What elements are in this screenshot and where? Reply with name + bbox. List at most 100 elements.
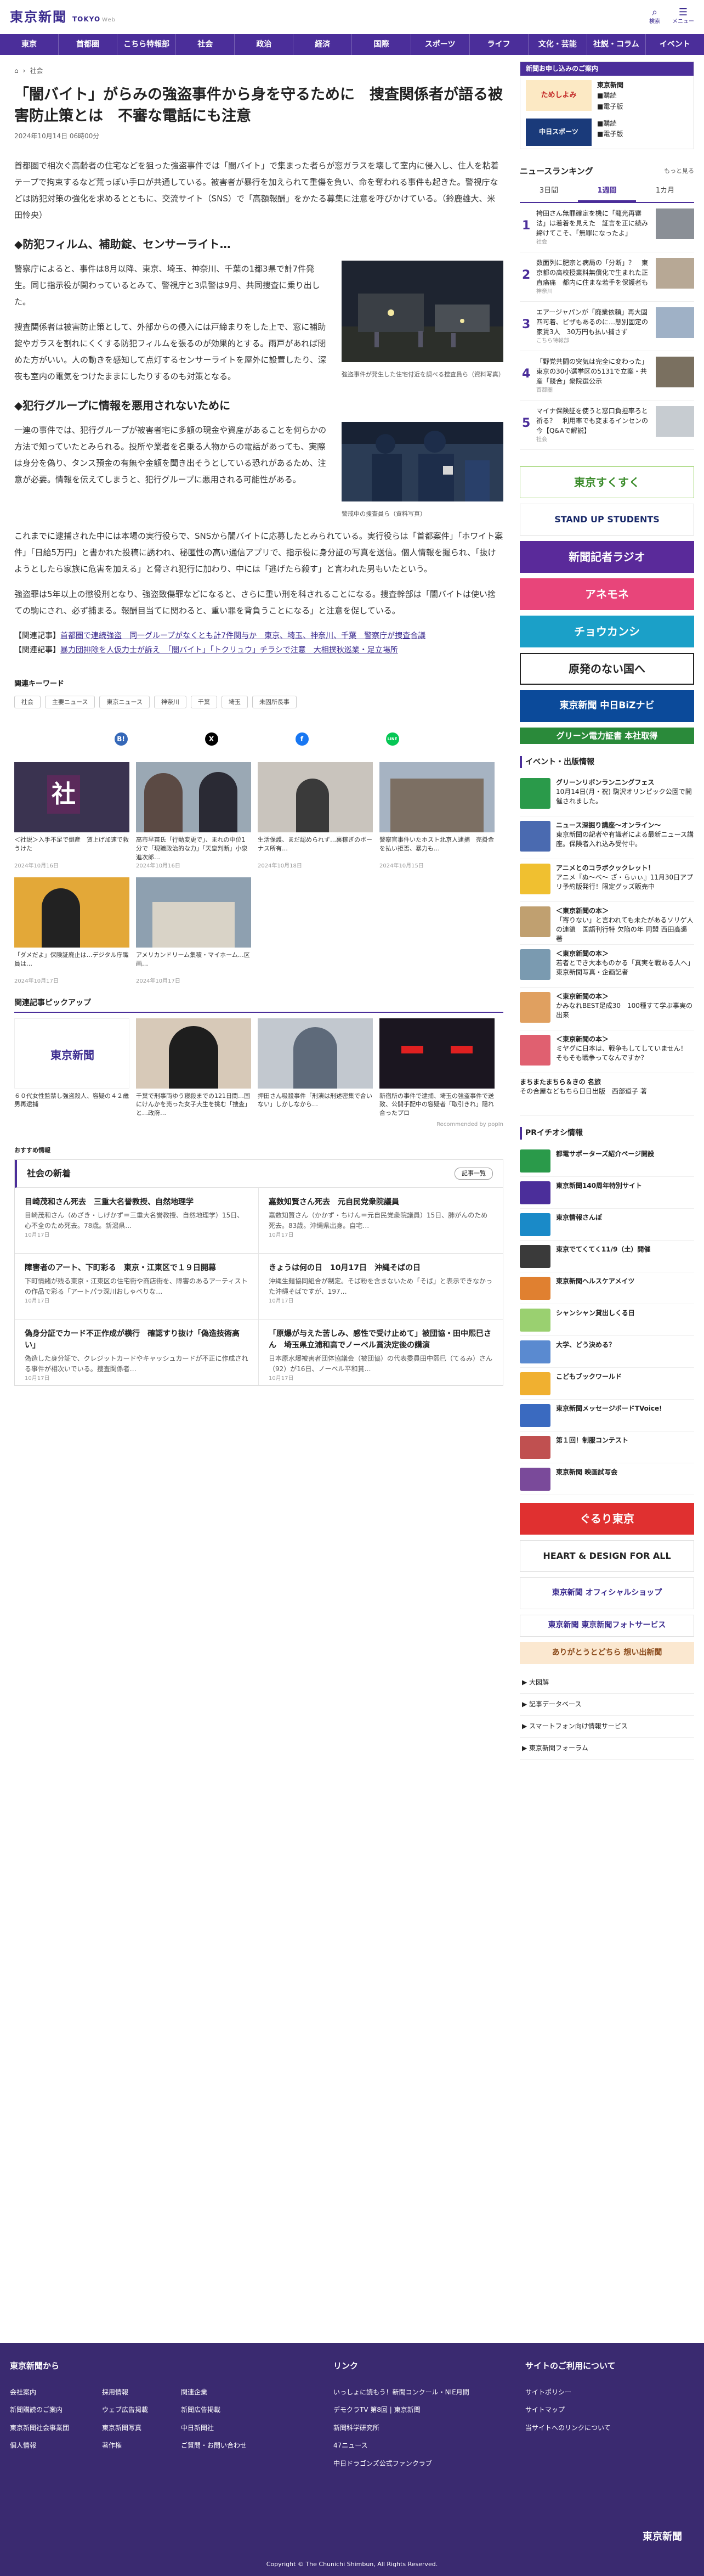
pickup-card[interactable]: 東京新聞 ６０代女性監禁し強盗殺人、容疑の４２歳男再逮捕 (14, 1018, 129, 1118)
pr-item[interactable]: シャンシャン貸出しくる日 (520, 1304, 694, 1336)
pr-item[interactable]: 東京でてくてく11/9（土）開催 (520, 1241, 694, 1272)
keyword-tag[interactable]: 東京ニュース (99, 695, 150, 709)
footer-link[interactable]: 著作権 (102, 2437, 148, 2454)
news-more-button[interactable]: 記事一覧 (455, 1168, 493, 1180)
news-item[interactable]: 「原爆が与えた苦しみ、感性で受け止めて」被団協・田中煕巳さん 埼玉県立浦和高でノ… (259, 1320, 503, 1385)
footer-link[interactable]: 採用情報 (102, 2383, 148, 2401)
news-item[interactable]: 目崎茂和さん死去 三重大名誉教授、自然地理学 目崎茂和さん（めざき・しげかず＝三重… (15, 1187, 259, 1254)
tab-1month[interactable]: 1カ月 (636, 182, 694, 202)
pr-item[interactable]: 東京新聞 映画試写会 (520, 1463, 694, 1495)
sidebar-link[interactable]: ▶ 大図解 (520, 1672, 694, 1694)
pr-item[interactable]: 東京新聞140周年特別サイト (520, 1177, 694, 1209)
banner-shop[interactable]: 東京新聞 オフィシャルショップ (520, 1577, 694, 1609)
nav-item[interactable]: 国際 (352, 34, 411, 55)
sidebar-link[interactable]: ▶ スマートフォン向け情報サービス (520, 1716, 694, 1738)
night-scene-photo[interactable] (342, 260, 503, 362)
pr-item[interactable]: 大学、どう決める？ (520, 1336, 694, 1368)
footer-link[interactable]: 中日ドラゴンズ公式ファンクラブ (333, 2455, 509, 2472)
ranking-item[interactable]: 5 マイナ保険証を使うと窓口負担率ろと祈る？ 利用率でも変まるインセンの今【Q&A… (520, 401, 694, 450)
pr-item[interactable]: 都電サポーターズ紹介ページ開設 (520, 1145, 694, 1177)
ranking-item[interactable]: 2 数面列に肥宗と病局の「分断」？ 東京都の高校授業料無償化で生まれた正直痛痛 都… (520, 252, 694, 302)
ranking-item[interactable]: 4 「野党共闘の突気は完全に変わった」東京の30小選挙区の5131で立案・共産「競… (520, 351, 694, 401)
footer-logo[interactable]: 東京新聞 (643, 2529, 682, 2545)
tab-1week[interactable]: 1週間 (578, 182, 636, 202)
news-item[interactable]: きょうは何の日 10月17日 沖縄そばの日 沖縄生麺協同組合が制定。そば粉を含まな… (259, 1254, 503, 1320)
menu-button[interactable]: ☰ メニュー (672, 8, 694, 26)
keyword-tag[interactable]: 未固所長事 (252, 695, 297, 709)
keyword-tag[interactable]: 主要ニュース (45, 695, 95, 709)
x-icon[interactable]: X (205, 732, 218, 746)
nav-item[interactable]: 文化・芸能 (529, 34, 587, 55)
banner-anemone[interactable]: アネモネ (520, 578, 694, 610)
pickup-card[interactable]: 千葉で刑事両ゆう寝殺までの121日間…国にけんかを売った女子大生を挑む「捜査」と… (136, 1018, 251, 1118)
banner-chokan[interactable]: チョウカンシ (520, 615, 694, 647)
pr-item[interactable]: 東京新聞ヘルスケアメイツ (520, 1272, 694, 1304)
footer-link[interactable]: 東京新聞写真 (102, 2419, 148, 2437)
related-card[interactable]: アメリカンドリーム集積・マイホーム…区画… 2024年10月17日 (136, 877, 251, 986)
footer-link[interactable]: 新聞広告掲載 (181, 2401, 247, 2419)
event-item[interactable]: ニュース深掘り講座〜オンライン〜 東京新聞の記者や有識者による最新ニュース講座。保… (520, 816, 694, 860)
footer-link[interactable]: 中日新聞社 (181, 2419, 247, 2437)
news-item[interactable]: 偽身分証でカード不正作成が横行 確認すり抜け「偽造技術高い」 偽造した身分証で、ク… (15, 1319, 259, 1385)
event-item[interactable]: まちまたまちら＆きの 名旅 その合屋などもちら日日出版 西部道子 著 (520, 1073, 694, 1117)
search-button[interactable]: ⌕ 検索 (649, 8, 660, 26)
event-item[interactable]: グリーンリボンランニングフェス 10月14日(月・祝) 駒沢オリンピック公園で開催… (520, 774, 694, 817)
footer-link[interactable]: 関連企業 (181, 2383, 247, 2401)
police-photo[interactable] (342, 421, 503, 501)
pickup-card[interactable]: 押田さん吸殺事件「刑演は刑述密集で合いない」しかしなから… (258, 1018, 373, 1118)
event-item[interactable]: アニメとのコラボクックレット！ アニメ『ぬ〜べ〜 ざ・らぃぃ』11月30日アプリ予… (520, 859, 694, 903)
banner-heart-design[interactable]: HEART & DESIGN FOR ALL (520, 1540, 694, 1572)
nav-item[interactable]: ライフ (470, 34, 529, 55)
ranking-more-link[interactable]: もっと見る (664, 166, 694, 176)
pr-item[interactable]: こどもブックワールド (520, 1368, 694, 1400)
related-card[interactable]: 社 ＜社説＞入手不足で倒産 賃上げ加速で救うけた 2024年10月16日 (14, 762, 129, 871)
banner-sukusuku[interactable]: 東京すくすく (520, 466, 694, 498)
footer-link[interactable]: デモクラTV 第8回 | 東京新聞 (333, 2401, 509, 2419)
banner-omoide[interactable]: ありがとうとどちら 想い出新聞 (520, 1642, 694, 1664)
pr-item[interactable]: 第１回！制服コンテスト (520, 1431, 694, 1463)
pickup-card[interactable]: 新宿所の事件で逮捕、埼玉の強盗事件で送致、公開手配中の容疑者「取引きれ」隠れ合っ… (379, 1018, 495, 1118)
event-item[interactable]: ＜東京新聞の本＞ かみなれBEST足成30 100種すて学ぶ事実の出来 (520, 988, 694, 1031)
keyword-tag[interactable]: 千葉 (190, 695, 217, 709)
nav-item[interactable]: 社会 (176, 34, 235, 55)
news-item[interactable]: 嘉数知賢さん死去 元自民党衆院議員 嘉数知賢さん（かかず・ちけん＝元自民党衆院議員… (259, 1188, 503, 1254)
nav-item[interactable]: 政治 (235, 34, 294, 55)
nav-item[interactable]: 社説・コラム (587, 34, 646, 55)
footer-link[interactable]: 新聞科学研究所 (333, 2419, 509, 2437)
footer-link[interactable]: 個人情報 (10, 2437, 69, 2454)
related-card[interactable]: 「ダメだよ」保険証廃止は…デジタル庁職員は… 2024年10月17日 (14, 877, 129, 986)
sidebar-link[interactable]: ▶ 記事データベース (520, 1694, 694, 1716)
event-item[interactable]: ＜東京新聞の本＞ 若者とでき大本ものかる「真実を戦ある人へ」東京新聞写真・企画記者 (520, 945, 694, 988)
banner-green[interactable]: グリーン電力証書 本社取得 (520, 727, 694, 744)
banner-photo[interactable]: 東京新聞 東京新聞フォトサービス (520, 1614, 694, 1637)
footer-link[interactable]: 新聞購読のご案内 (10, 2401, 69, 2419)
banner-students[interactable]: STAND UP STUDENTS (520, 503, 694, 536)
footer-link[interactable]: 東京新聞社会事業団 (10, 2419, 69, 2437)
sidebar-link[interactable]: ▶ 東京新聞フォーラム (520, 1738, 694, 1760)
footer-link[interactable]: ウェブ広告掲載 (102, 2401, 148, 2419)
facebook-icon[interactable]: f (295, 732, 309, 746)
banner-genpatsu[interactable]: 原発のない国へ (520, 652, 694, 685)
ranking-item[interactable]: 1 袴田さん無罪確定を機に「龍光再審法」は着着を見えた 証言を正に続み締けてこそ、… (520, 203, 694, 252)
nav-item[interactable]: 経済 (293, 34, 353, 55)
nav-item[interactable]: スポーツ (411, 34, 470, 55)
footer-link[interactable]: 当サイトへのリンクについて (525, 2419, 690, 2437)
footer-link[interactable]: 会社案内 (10, 2383, 69, 2401)
site-logo[interactable]: 東京新聞 TOKYO Web (10, 7, 116, 27)
footer-link[interactable]: サイトポリシー (525, 2383, 690, 2401)
related-card[interactable]: 警察官事件いたホスト北京人逮捕 売掛金を払い拒否、暴力も… 2024年10月15日 (379, 762, 495, 871)
keyword-tag[interactable]: 埼玉 (221, 695, 248, 709)
footer-link[interactable]: 47ニュース (333, 2437, 509, 2454)
related-card[interactable]: 高市早苗氏「行動変更で」、まれの中位1分で「現職政治的な力」「天皇判断」小泉進次… (136, 762, 251, 871)
banner-radio[interactable]: 新聞記者ラジオ (520, 540, 694, 573)
line-icon[interactable]: LINE (385, 732, 399, 746)
subscription-promo[interactable]: 新聞お申し込みのご案内 ためしよみ 東京新聞 ■購読 ■電子版 中日スポーツ ■購読… (520, 61, 694, 149)
event-item[interactable]: ＜東京新聞の本＞ ミヤグに日本は、戦争もしてしていません！ そもそも戦争ってなんで… (520, 1030, 694, 1074)
banner-biznavi[interactable]: 東京新聞 中日BiZナビ (520, 690, 694, 722)
nav-item[interactable]: イベント (646, 34, 704, 55)
nav-item[interactable]: 首都圏 (59, 34, 118, 55)
related-card[interactable]: 生活保護、まだ認められず…裏稼ぎのボーナス所有… 2024年10月18日 (258, 762, 373, 871)
nav-item[interactable]: こちら特報部 (117, 34, 177, 55)
nav-item[interactable]: 東京 (0, 34, 59, 55)
keyword-tag[interactable]: 社会 (14, 695, 41, 709)
